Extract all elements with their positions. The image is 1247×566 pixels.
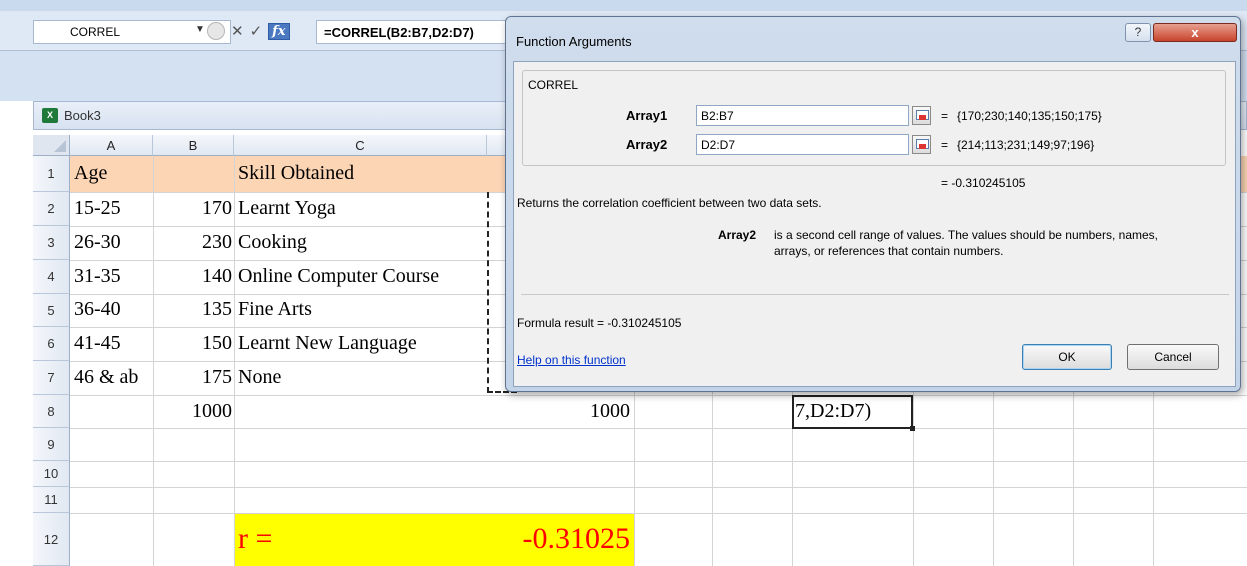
cell-b3[interactable]: 230 [153,231,232,254]
overall-result: = -0.310245105 [941,176,1026,190]
cell-a7[interactable]: 46 & ab [74,366,138,389]
name-box-dropdown-icon[interactable]: ▼ [195,24,205,35]
cell-d8[interactable]: 1000 [487,400,630,423]
formula-controls: ✕ ✓ fx [207,18,290,44]
function-description: Returns the correlation coefficient betw… [517,196,822,210]
function-arguments-dialog: Function Arguments ? x CORREL Array1 B2:… [505,16,1241,392]
cell-d12-result[interactable]: -0.31025 [487,522,631,556]
row-header[interactable]: 8 [33,395,70,428]
select-all-button[interactable] [33,135,70,156]
row-header[interactable]: 9 [33,428,70,461]
cancel-formula-icon[interactable]: ✕ [231,22,244,40]
cell-b6[interactable]: 150 [153,332,232,355]
array1-label: Array1 [626,108,668,123]
cell-b7[interactable]: 175 [153,366,232,389]
row-header[interactable]: 11 [33,487,70,513]
cell-a3[interactable]: 26-30 [74,231,121,254]
column-header-c[interactable]: C [234,135,487,156]
arg-help-line1: is a second cell range of values. The va… [774,228,1158,242]
row-header[interactable]: 4 [33,260,70,294]
cell-a6[interactable]: 41-45 [74,332,121,355]
column-header-b[interactable]: B [153,135,234,156]
cell-c1[interactable]: Skill Obtained [238,162,354,185]
formula-input[interactable]: =CORREL(B2:B7,D2:D7) [316,20,506,44]
row-header[interactable]: 12 [33,513,70,566]
dialog-help-button[interactable]: ? [1125,23,1151,42]
function-name: CORREL [526,78,581,92]
insert-function-icon[interactable]: fx [268,22,290,40]
gridline [70,428,1247,429]
dialog-title: Function Arguments [516,34,632,49]
separator [521,294,1229,295]
array2-label: Array2 [626,137,668,152]
cell-c6[interactable]: Learnt New Language [238,332,417,355]
dialog-close-button[interactable]: x [1153,23,1237,42]
row-header[interactable]: 3 [33,226,70,260]
circle-icon [207,22,225,40]
cell-c12-r-label[interactable]: r = [238,522,272,556]
gridline [70,513,1247,514]
gridline [70,461,1247,462]
ribbon-edge [0,0,1247,11]
column-header-a[interactable]: A [70,135,153,156]
active-cell-text: 7,D2:D7) [795,400,872,422]
cell-a1[interactable]: Age [74,162,107,185]
ok-button[interactable]: OK [1022,344,1112,370]
fill-handle[interactable] [910,426,915,431]
cell-c5[interactable]: Fine Arts [238,298,312,321]
cell-b4[interactable]: 140 [153,265,232,288]
cancel-button[interactable]: Cancel [1127,344,1219,370]
enter-formula-icon[interactable]: ✓ [250,22,263,40]
formula-result: Formula result = -0.310245105 [517,316,682,330]
array2-result: {214;113;231;149;97;196} [957,138,1095,152]
row-header[interactable]: 7 [33,361,70,395]
array1-collapse-icon[interactable] [912,106,931,125]
cell-c4[interactable]: Online Computer Course [238,265,439,288]
cell-b8[interactable]: 1000 [153,400,232,423]
array1-input[interactable]: B2:B7 [696,105,909,126]
help-on-function-link[interactable]: Help on this function [517,353,626,367]
cell-c3[interactable]: Cooking [238,231,307,254]
array1-result: {170;230;140;135;150;175} [957,109,1102,123]
array2-equals: = [941,138,949,152]
row-header[interactable]: 10 [33,461,70,487]
cell-a5[interactable]: 36-40 [74,298,121,321]
arg-help-line2: arrays, or references that contain numbe… [774,244,1004,258]
row-header[interactable]: 6 [33,327,70,361]
array2-input[interactable]: D2:D7 [696,134,909,155]
excel-workbook-icon: X [42,108,58,123]
gridline [70,395,1247,396]
arg-help-name: Array2 [718,228,757,242]
dialog-body: CORREL Array1 B2:B7 = {170;230;140;135;1… [513,61,1236,387]
array1-equals: = [941,109,949,123]
cell-b5[interactable]: 135 [153,298,232,321]
cell-b2[interactable]: 170 [153,197,232,220]
row-header[interactable]: 5 [33,294,70,327]
cell-c2[interactable]: Learnt Yoga [238,197,336,220]
array2-collapse-icon[interactable] [912,135,931,154]
gridline [70,487,1247,488]
cell-a4[interactable]: 31-35 [74,265,121,288]
row-header[interactable]: 1 [33,156,70,192]
row-header[interactable]: 2 [33,192,70,226]
cell-c7[interactable]: None [238,366,281,389]
workbook-title: Book3 [64,108,101,123]
cell-a2[interactable]: 15-25 [74,197,121,220]
